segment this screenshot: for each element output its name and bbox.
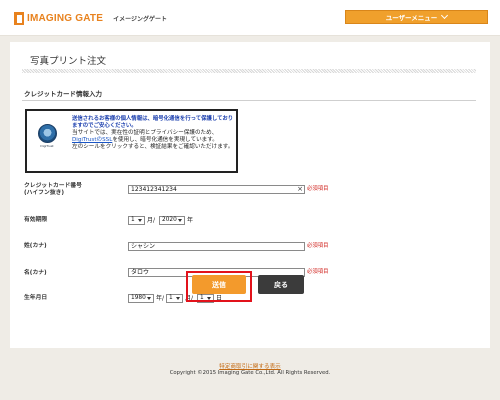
notice-ssl-message: 当サイトでは、実在性の証明とプライバシー保護のため、DigiTrustのSSLを… (72, 130, 234, 144)
card-number-label-note: (ハイフン抜き) (24, 190, 65, 196)
back-button-label: 戻る (274, 280, 288, 289)
required-marker: 必須項目 (307, 269, 329, 275)
title-divider (22, 69, 476, 73)
birth-month-value: 1 (169, 295, 173, 301)
logo-subtitle: イメージングゲート (113, 15, 167, 23)
logo-text: IMAGING GATE (27, 12, 104, 24)
sei-input[interactable]: シャシン (128, 242, 305, 251)
logo-mark-icon (14, 11, 24, 25)
birth-year-select[interactable]: 1980 (128, 294, 154, 303)
expiry-year-select[interactable]: 2020 (159, 216, 185, 225)
dropdown-caret-icon (176, 297, 180, 300)
back-button[interactable]: 戻る (258, 275, 304, 294)
sei-value: シャシン (131, 243, 156, 250)
send-button[interactable]: 送信 (192, 275, 246, 294)
page-title: 写真プリント注文 (30, 56, 107, 67)
expiry-month-value: 1 (131, 217, 135, 223)
ssl-seal[interactable]: DigiTrust (34, 124, 60, 154)
expiry-year-value: 2020 (162, 217, 177, 223)
site-header: IMAGING GATE イメージングゲート ユーザーメニュー (0, 0, 500, 36)
user-menu-button[interactable]: ユーザーメニュー (345, 10, 488, 24)
expiry-label: 有効期限 (24, 217, 48, 223)
month-unit: 月/ (147, 217, 156, 224)
site-logo[interactable]: IMAGING GATE イメージングゲート (14, 11, 167, 25)
dropdown-caret-icon (138, 219, 142, 222)
commercial-law-link[interactable]: 特定商取引に関する表示 (0, 362, 500, 370)
notice-body: 送信されるお客様の個人情報は、暗号化通信を行って保護しておりますのでご安心くださ… (72, 116, 234, 151)
section-title: クレジットカード情報入力 (24, 90, 102, 98)
user-menu-label: ユーザーメニュー (385, 14, 438, 22)
notice-ssl-pre: 当サイトでは、実在性の証明とプライバシー保護のため、 (72, 130, 218, 136)
clear-icon[interactable]: × (297, 186, 303, 193)
chevron-down-icon (441, 11, 449, 20)
card-number-label: クレジットカード番号 (ハイフン抜き) (24, 183, 82, 197)
send-button-label: 送信 (212, 280, 226, 289)
birth-month-select[interactable]: 1 (166, 294, 183, 303)
year-unit: 年 (187, 217, 194, 224)
section-divider (22, 100, 476, 101)
mei-label: 名(カナ) (24, 270, 47, 276)
notice-seal-message: 左のシールをクリックすると、検証結果をご確認いただけます。 (72, 144, 234, 150)
sei-label: 姓(カナ) (24, 243, 47, 249)
birth-year-unit: 年/ (156, 295, 165, 302)
card-number-input[interactable]: 123412341234 × (128, 185, 305, 194)
card-number-label-main: クレジットカード番号 (24, 183, 82, 189)
dropdown-caret-icon (147, 297, 151, 300)
required-marker: 必須項目 (307, 243, 329, 249)
notice-secure-message: 送信されるお客様の個人情報は、暗号化通信を行って保護しておりますのでご安心くださ… (72, 116, 234, 129)
ssl-seal-caption: DigiTrust (40, 144, 54, 148)
dropdown-caret-icon (178, 219, 182, 222)
birth-year-value: 1980 (131, 295, 146, 301)
notice-ssl-post: を使用し、暗号化通信を実現しています。 (112, 137, 218, 143)
digitrust-ssl-link[interactable]: DigiTrustのSSL (72, 137, 112, 143)
security-notice: DigiTrust 送信されるお客様の個人情報は、暗号化通信を行って保護しており… (25, 109, 238, 173)
expiry-month-select[interactable]: 1 (128, 216, 145, 225)
main-panel: 写真プリント注文 クレジットカード情報入力 DigiTrust 送信されるお客様… (10, 42, 490, 348)
mei-value: タロウ (131, 269, 150, 276)
ssl-seal-icon (37, 124, 57, 143)
birth-date-label: 生年月日 (24, 295, 48, 301)
copyright-text: Copyright ©2015 Imaging Gate Co.,Ltd. Al… (169, 370, 331, 376)
required-marker: 必須項目 (307, 186, 329, 192)
card-number-value: 123412341234 (131, 186, 177, 193)
